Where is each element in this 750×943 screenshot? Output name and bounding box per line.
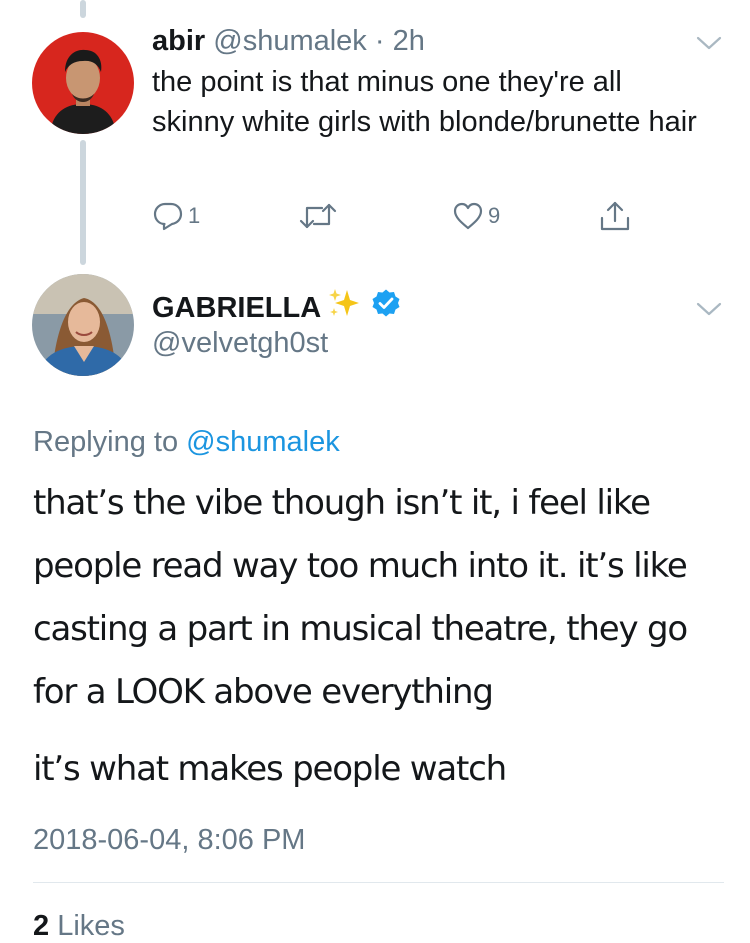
replying-mention-link[interactable]: @shumalek xyxy=(186,426,340,458)
parent-display-name[interactable]: abir xyxy=(152,25,205,57)
reply-button[interactable]: 1 xyxy=(152,198,200,234)
likes-label: Likes xyxy=(57,910,125,942)
thread-line xyxy=(80,140,86,265)
divider xyxy=(33,882,724,883)
retweet-icon xyxy=(299,203,337,229)
tweet-timestamp[interactable]: 2018-06-04, 8:06 PM xyxy=(33,821,305,859)
verified-badge-icon xyxy=(371,288,401,328)
parent-separator: · xyxy=(374,25,385,57)
replying-to-line: Replying to @shumalek xyxy=(33,423,340,461)
parent-handle[interactable]: @shumalek xyxy=(213,25,367,57)
replying-prefix: Replying to xyxy=(33,426,179,458)
reply-icon xyxy=(153,202,183,231)
avatar-gabriella[interactable] xyxy=(32,274,134,376)
main-handle[interactable]: @velvetgh0st xyxy=(152,324,328,362)
caret-down-icon[interactable] xyxy=(694,299,724,319)
avatar-abir[interactable] xyxy=(32,32,134,134)
parent-tweet-header: abir @shumalek · 2h xyxy=(152,22,425,60)
main-tweet-paragraph-1: that’s the vibe though isn’t it, i feel … xyxy=(33,483,688,712)
reply-count: 1 xyxy=(188,203,201,228)
parent-tweet-text: the point is that minus one they're all … xyxy=(152,66,697,138)
thread-line-top xyxy=(80,0,86,18)
like-icon xyxy=(453,202,483,230)
parent-time-ago[interactable]: 2h xyxy=(393,25,425,57)
main-display-name[interactable]: GABRIELLA xyxy=(152,289,321,327)
like-count: 9 xyxy=(488,203,501,228)
likes-count: 2 xyxy=(33,910,50,942)
retweet-button[interactable] xyxy=(298,198,338,234)
sparkles-emoji xyxy=(327,286,361,330)
main-tweet-paragraph-2: it’s what makes people watch xyxy=(33,749,507,789)
share-icon xyxy=(600,201,630,231)
share-button[interactable] xyxy=(598,198,632,234)
caret-down-icon[interactable] xyxy=(694,33,724,53)
likes-summary[interactable]: 2 Likes xyxy=(33,907,125,943)
like-button[interactable]: 9 xyxy=(452,198,500,234)
